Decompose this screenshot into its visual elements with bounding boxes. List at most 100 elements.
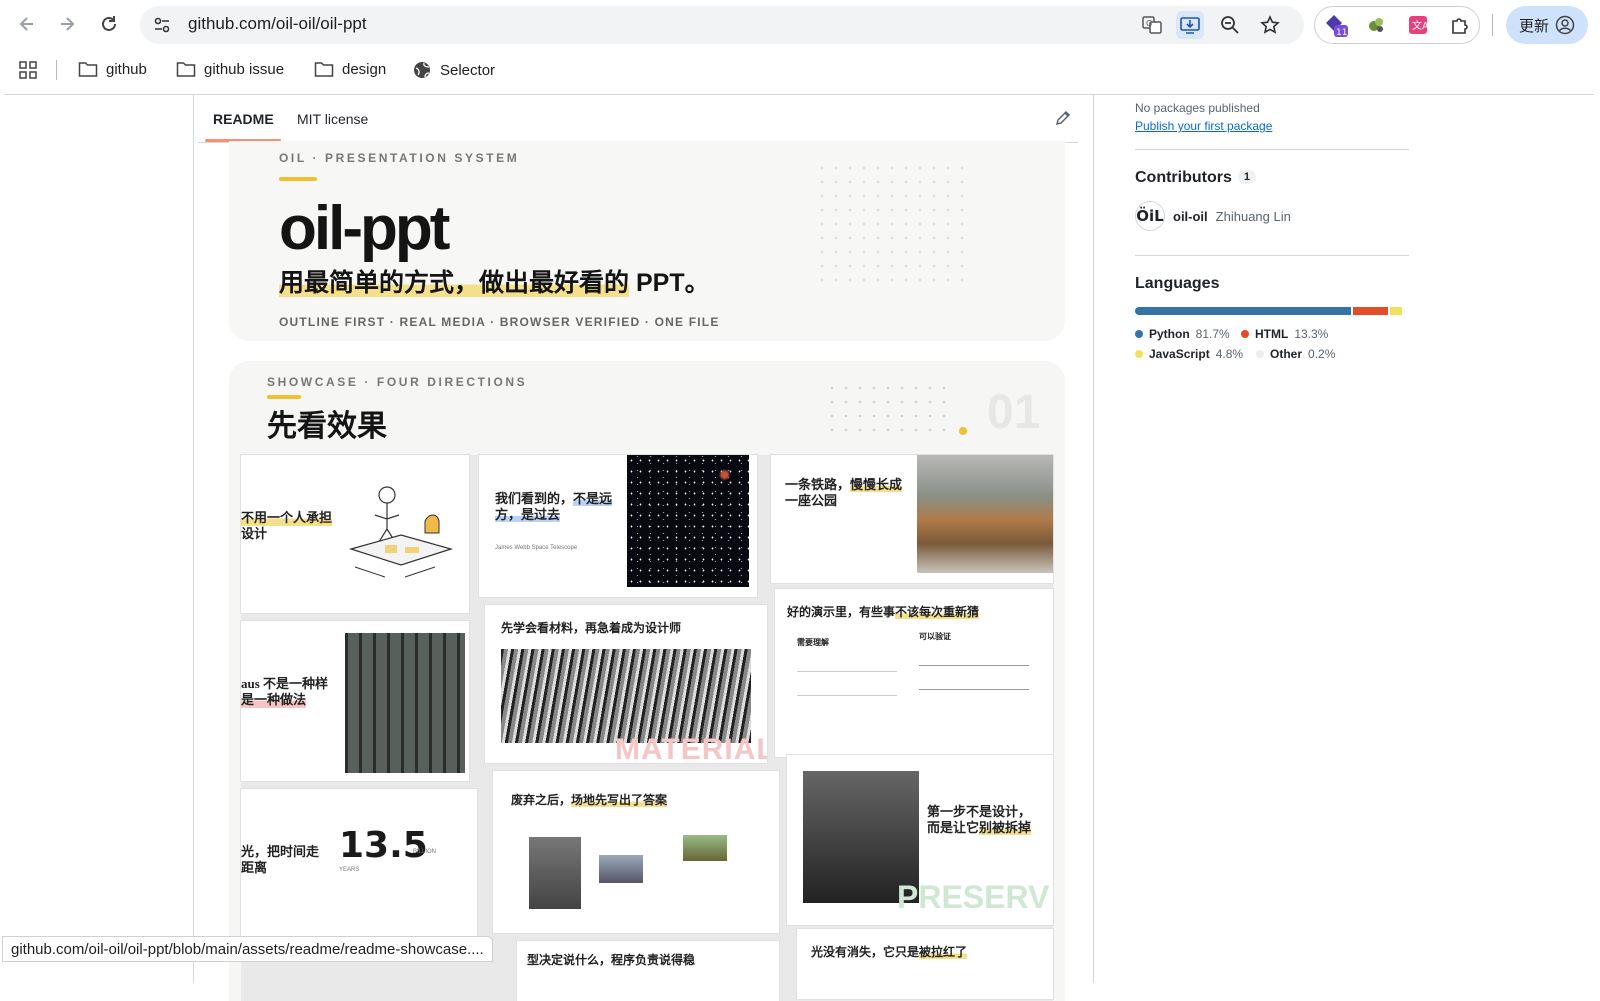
bookmark-github[interactable]: github (78, 60, 147, 78)
sidebar-divider (1135, 149, 1409, 150)
sidebar-divider (1135, 255, 1409, 256)
slide-card: 废弃之后，场地先写出了答案 (493, 771, 779, 933)
reload-button[interactable] (94, 9, 124, 39)
bookmarks-bar: github github issue design Selector (0, 50, 1600, 92)
svg-text:11: 11 (1336, 28, 1347, 38)
language-item-python[interactable]: Python 81.7% (1135, 327, 1230, 341)
apps-button[interactable] (18, 60, 38, 80)
translate-button[interactable]: G (1138, 11, 1166, 39)
language-name: HTML (1255, 327, 1289, 341)
slide-title-text: 我们看到的， (495, 491, 574, 506)
readme-tabs: README MIT license (198, 95, 1078, 143)
github-repo-page: README MIT license OIL · PRESENTATION SY… (4, 94, 1594, 1001)
hero-subtitle-highlight: 做出最好看的 (479, 269, 630, 297)
language-item-other[interactable]: Other 0.2% (1256, 347, 1335, 361)
slide-title-text: 光没有消失，它只是 (811, 945, 920, 959)
slide-title: 距离 (241, 860, 268, 875)
language-item-javascript[interactable]: JavaScript 4.8% (1135, 347, 1243, 361)
forward-button[interactable] (52, 9, 82, 39)
slide-title-highlight: 慢慢长成 (850, 477, 903, 492)
bookmark-design[interactable]: design (314, 60, 386, 78)
column-heading: 可以验证 (919, 632, 951, 641)
slide-card: 不用一个人承担 设计 (241, 455, 469, 613)
pencil-icon (1055, 110, 1071, 126)
extensions-menu-button[interactable] (1446, 11, 1474, 39)
bookmark-github-issue[interactable]: github issue (176, 60, 284, 78)
extension-3-button[interactable]: 文A (1404, 11, 1432, 39)
tab-readme[interactable]: README (213, 111, 274, 127)
extension-2-button[interactable] (1362, 11, 1390, 39)
bookmark-label: Selector (440, 61, 496, 79)
slide-card: 我们看到的，不是远方，是过去 James Webb Space Telescop… (479, 455, 757, 597)
slide-title: 设计 (241, 526, 268, 541)
slide-title-text: 而是让它 (927, 820, 980, 835)
language-percent: 13.3% (1294, 327, 1329, 341)
hero-subtitle-post: PPT。 (629, 269, 710, 297)
slide-title-highlight: 不该每次重新猜 (895, 605, 980, 619)
browser-toolbar: github.com/oil-oil/oil-ppt G 11 文A 更新 (0, 0, 1600, 50)
hero-accent-bar (279, 177, 317, 181)
slide-title: 废弃之后，场地先写出了答案 (511, 791, 668, 808)
showcase-accent-dot (959, 427, 967, 435)
showcase-title: 先看效果 (267, 410, 387, 443)
big-number-unit: YEARS (339, 867, 360, 873)
language-percent: 4.8% (1215, 347, 1244, 361)
bookmark-divider (56, 60, 57, 80)
readme-left-border (193, 95, 194, 983)
leaf-extension-icon (1369, 18, 1383, 32)
hero-kicker: OIL · PRESENTATION SYSTEM (279, 151, 520, 165)
slide-grid: 不用一个人承担 设计 我们看到的，不是远方，是过去 James Webb Spa… (241, 455, 1053, 1001)
slide-title-text: 废弃之后， (511, 793, 572, 807)
star-icon (1260, 15, 1280, 34)
arrow-left-icon (19, 17, 33, 31)
contributor-login: oil-oil (1173, 208, 1208, 224)
extension-badge-icon: 11 (1326, 15, 1348, 38)
slide-title-text: 好的演示里，有些事 (787, 605, 896, 619)
slide-watermark: PRESERV (897, 879, 1050, 915)
bookmark-selector[interactable]: Selector (412, 60, 495, 80)
site-info-button[interactable] (148, 11, 176, 39)
slide-title: 一条铁路，慢慢长成一座公园 (785, 477, 915, 509)
publish-package-link[interactable]: Publish your first package (1135, 119, 1272, 133)
svg-text:文A: 文A (1412, 19, 1429, 32)
extension-1-button[interactable]: 11 (1322, 11, 1350, 39)
contributor-item[interactable]: ÖiL oil-oil Zhihuang Lin (1135, 201, 1291, 231)
install-icon (1180, 17, 1200, 34)
language-name: Other (1270, 347, 1303, 361)
slide-watermark: MATERIAL (615, 733, 767, 763)
column-heading: 需要理解 (797, 638, 829, 647)
tune-icon (154, 17, 170, 33)
edit-readme-button[interactable] (1054, 109, 1074, 129)
update-label: 更新 (1518, 17, 1549, 35)
park-photo (683, 835, 727, 861)
bookmark-label: github issue (204, 60, 285, 78)
contributors-heading[interactable]: Contributors 1 (1135, 169, 1256, 187)
languages-heading: Languages (1135, 275, 1220, 292)
language-name: JavaScript (1149, 347, 1210, 361)
tab-license[interactable]: MIT license (297, 111, 368, 127)
language-bar-segment (1389, 307, 1403, 315)
update-button[interactable]: 更新 (1506, 6, 1588, 44)
slide-title-highlight: 别被拆掉 (979, 820, 1032, 835)
list-lines (797, 659, 897, 719)
zoom-button[interactable] (1216, 11, 1244, 39)
back-button[interactable] (12, 9, 42, 39)
illustration-image (348, 486, 454, 578)
install-app-button[interactable] (1176, 11, 1204, 39)
hero-footer: OUTLINE FIRST · REAL MEDIA · BROWSER VER… (279, 315, 720, 329)
slide-title: 型决定说什么，程序负责说得稳 (527, 953, 696, 967)
rail-photo (599, 855, 643, 883)
hero-subtitle-pre: 用最简单的方式， (279, 269, 480, 297)
language-dot (1135, 350, 1143, 358)
language-bar-segment (1135, 307, 1351, 315)
contributors-title: Contributors (1135, 169, 1232, 186)
status-bar-url: github.com/oil-oil/oil-ppt/blob/main/ass… (2, 936, 493, 962)
slide-title: 光没有消失，它只是被拉红了 (811, 943, 968, 960)
building-photo (529, 837, 581, 909)
contributors-count: 1 (1237, 170, 1256, 184)
showcase-kicker: SHOWCASE · FOUR DIRECTIONS (267, 375, 528, 389)
language-item-html[interactable]: HTML 13.3% (1241, 327, 1328, 341)
readme-showcase-image[interactable]: SHOWCASE · FOUR DIRECTIONS 先看效果 01 不用一个人… (229, 361, 1065, 1001)
bookmark-star-button[interactable] (1256, 11, 1284, 39)
url-text[interactable]: github.com/oil-oil/oil-ppt (188, 14, 367, 34)
